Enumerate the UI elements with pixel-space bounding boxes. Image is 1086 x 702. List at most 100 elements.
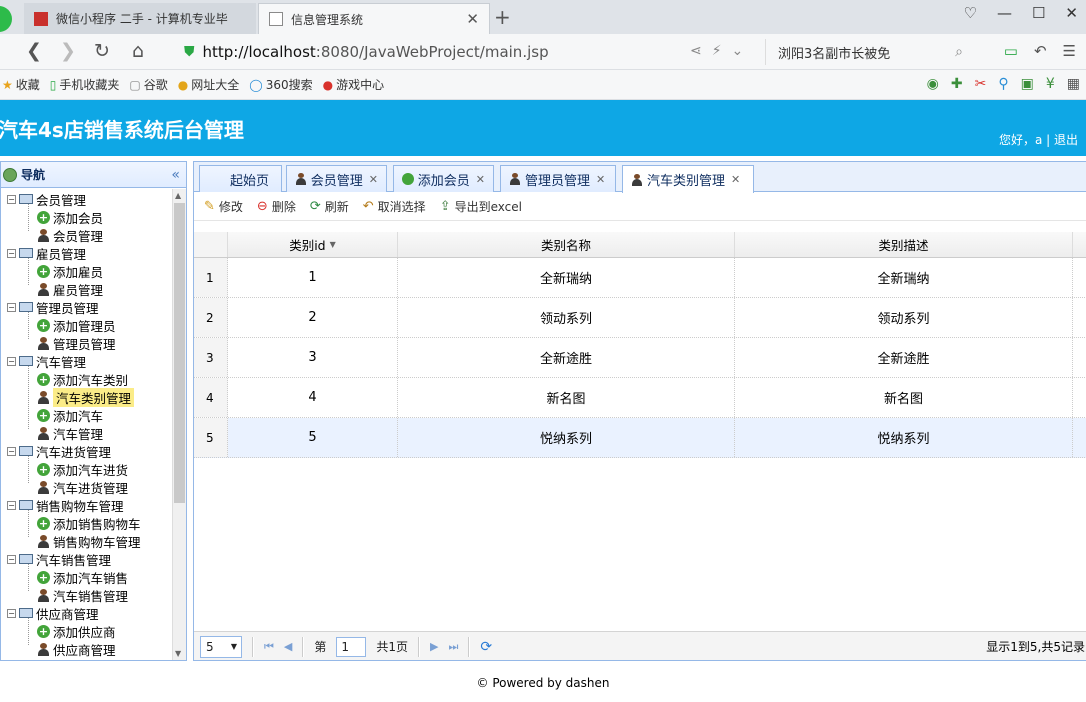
- delete-button[interactable]: ⊖ 删除: [257, 198, 296, 215]
- wechat-icon[interactable]: ◉: [927, 76, 939, 92]
- sidebar-group[interactable]: − 汽车销售管理: [1, 550, 173, 568]
- magnifier-icon[interactable]: ⚲: [998, 76, 1008, 92]
- sidebar-scrollbar[interactable]: ▲ ▼: [172, 189, 186, 660]
- browser-tab-active[interactable]: 信息管理系统 ✕: [258, 3, 490, 34]
- sidebar-item[interactable]: 会员管理: [1, 226, 173, 244]
- edit-button[interactable]: ✎ 修改: [204, 198, 243, 215]
- sidebar-item[interactable]: 汽车进货管理: [1, 478, 173, 496]
- collapse-toggle-icon[interactable]: −: [7, 356, 16, 366]
- back-icon[interactable]: ❮: [26, 40, 42, 62]
- bookmark-item[interactable]: ▯ 手机收藏夹: [50, 76, 120, 93]
- new-tab-icon[interactable]: +: [494, 5, 511, 29]
- collapse-toggle-icon[interactable]: −: [7, 302, 16, 312]
- sidebar-item[interactable]: 管理员管理: [1, 334, 173, 352]
- collapse-icon[interactable]: «: [171, 167, 180, 183]
- refresh-button[interactable]: ⟳ 刷新: [310, 198, 349, 215]
- sidebar-group[interactable]: − 销售购物车管理: [1, 496, 173, 514]
- sidebar-item[interactable]: + 添加汽车类别: [1, 370, 173, 388]
- table-row[interactable]: 1 1 全新瑞纳 全新瑞纳: [194, 258, 1086, 298]
- sidebar-item[interactable]: + 添加汽车: [1, 406, 173, 424]
- search-box[interactable]: 浏阳3名副市长被免 ⌕: [765, 39, 973, 65]
- table-row[interactable]: 3 3 全新途胜 全新途胜: [194, 338, 1086, 378]
- sidebar-group[interactable]: − 汽车进货管理: [1, 442, 173, 460]
- sidebar-item[interactable]: + 添加管理员: [1, 316, 173, 334]
- collapse-toggle-icon[interactable]: −: [7, 554, 16, 564]
- sidebar-item[interactable]: + 添加汽车进货: [1, 460, 173, 478]
- page-size-select[interactable]: 5 ▼: [200, 635, 242, 658]
- scrollbar-thumb[interactable]: [174, 203, 185, 503]
- bookmark-item[interactable]: ● 游戏中心: [323, 76, 385, 93]
- sidebar-group[interactable]: − 会员管理: [1, 190, 173, 208]
- minimize-icon[interactable]: —: [997, 4, 1012, 22]
- sidebar-group[interactable]: − 管理员管理: [1, 298, 173, 316]
- last-page-icon[interactable]: ⏭: [449, 640, 459, 654]
- url-field[interactable]: ⛊ http://localhost:8080/JavaWebProject/m…: [184, 39, 758, 65]
- cancel-select-button[interactable]: ↶ 取消选择: [363, 198, 426, 215]
- browser-tab[interactable]: 微信小程序 二手 - 计算机专业毕: [24, 3, 256, 34]
- column-header-name[interactable]: 类别名称: [398, 232, 735, 257]
- collapse-toggle-icon[interactable]: −: [7, 248, 16, 258]
- yen-icon[interactable]: ¥: [1046, 76, 1055, 92]
- close-icon[interactable]: ✕: [476, 173, 485, 186]
- close-window-icon[interactable]: ✕: [1065, 4, 1078, 22]
- sidebar-item[interactable]: + 添加销售购物车: [1, 514, 173, 532]
- close-tab-icon[interactable]: ✕: [466, 10, 479, 28]
- sidebar-item[interactable]: 供应商管理: [1, 640, 173, 658]
- sidebar-item[interactable]: 汽车管理: [1, 424, 173, 442]
- sidebar-item[interactable]: + 添加会员: [1, 208, 173, 226]
- next-page-icon[interactable]: ▶: [430, 640, 438, 653]
- prev-page-icon[interactable]: ◀: [284, 640, 292, 653]
- forward-icon[interactable]: ❯: [60, 40, 76, 62]
- grid-icon[interactable]: ▦: [1067, 76, 1080, 92]
- export-excel-button[interactable]: ⇪ 导出到excel: [440, 198, 522, 215]
- battery-icon[interactable]: ▭: [1004, 42, 1018, 60]
- skin-icon[interactable]: ♡: [964, 4, 977, 22]
- close-icon[interactable]: ✕: [731, 173, 740, 186]
- close-icon[interactable]: ✕: [369, 173, 378, 186]
- collapse-toggle-icon[interactable]: −: [7, 500, 16, 510]
- sidebar-item[interactable]: + 添加汽车销售: [1, 568, 173, 586]
- sidebar-group[interactable]: − 汽车管理: [1, 352, 173, 370]
- reload-icon[interactable]: ↻: [94, 40, 110, 62]
- sidebar-item[interactable]: 汽车销售管理: [1, 586, 173, 604]
- tab-start[interactable]: 起始页: [199, 165, 282, 192]
- undo-icon[interactable]: ↶: [1034, 42, 1047, 60]
- user-greeting[interactable]: 您好，a | 退出: [999, 131, 1078, 148]
- bookmark-item[interactable]: ▢ 谷歌: [129, 76, 167, 93]
- home-icon[interactable]: ⌂: [132, 40, 144, 62]
- bookmark-item[interactable]: ★ 收藏: [2, 76, 40, 93]
- sidebar-item[interactable]: 雇员管理: [1, 280, 173, 298]
- translate-icon[interactable]: ✚: [951, 76, 963, 92]
- tab-admin[interactable]: 管理员管理 ✕: [500, 165, 616, 192]
- gamepad-icon[interactable]: ▣: [1021, 76, 1034, 92]
- refresh-icon[interactable]: ⟳: [480, 639, 492, 655]
- bookmark-item[interactable]: ● 网址大全: [178, 76, 240, 93]
- sidebar-item[interactable]: + 添加雇员: [1, 262, 173, 280]
- tab-add-member[interactable]: 添加会员 ✕: [393, 165, 494, 192]
- column-header-desc[interactable]: 类别描述: [735, 232, 1073, 257]
- scissors-icon[interactable]: ✂: [975, 76, 987, 92]
- collapse-toggle-icon[interactable]: −: [7, 194, 16, 204]
- close-icon[interactable]: ✕: [596, 173, 605, 186]
- collapse-toggle-icon[interactable]: −: [7, 608, 16, 618]
- sidebar-item[interactable]: 汽车类别管理: [1, 387, 173, 407]
- scroll-up-icon[interactable]: ▲: [175, 191, 181, 200]
- first-page-icon[interactable]: ⏮: [264, 640, 274, 654]
- column-header-id[interactable]: 类别id ▼: [228, 232, 398, 257]
- tab-member[interactable]: 会员管理 ✕: [286, 165, 387, 192]
- search-icon[interactable]: ⌕: [955, 44, 963, 60]
- menu-icon[interactable]: ☰: [1063, 42, 1076, 60]
- collapse-toggle-icon[interactable]: −: [7, 446, 16, 456]
- sidebar-group[interactable]: − 雇员管理: [1, 244, 173, 262]
- tab-car-category[interactable]: 汽车类别管理 ✕: [622, 165, 754, 193]
- bookmark-item[interactable]: ◯ 360搜索: [249, 76, 312, 93]
- sidebar-item[interactable]: 销售购物车管理: [1, 532, 173, 550]
- page-number-input[interactable]: 1: [336, 636, 367, 657]
- sidebar-item[interactable]: + 添加供应商: [1, 622, 173, 640]
- scroll-down-icon[interactable]: ▼: [175, 649, 181, 658]
- maximize-icon[interactable]: ☐: [1032, 4, 1045, 22]
- table-row[interactable]: 4 4 新名图 新名图: [194, 378, 1086, 418]
- table-row[interactable]: 5 5 悦纳系列 悦纳系列: [194, 418, 1086, 458]
- share-icon[interactable]: ⋖⚡⌄: [690, 43, 753, 59]
- table-row[interactable]: 2 2 领动系列 领动系列: [194, 298, 1086, 338]
